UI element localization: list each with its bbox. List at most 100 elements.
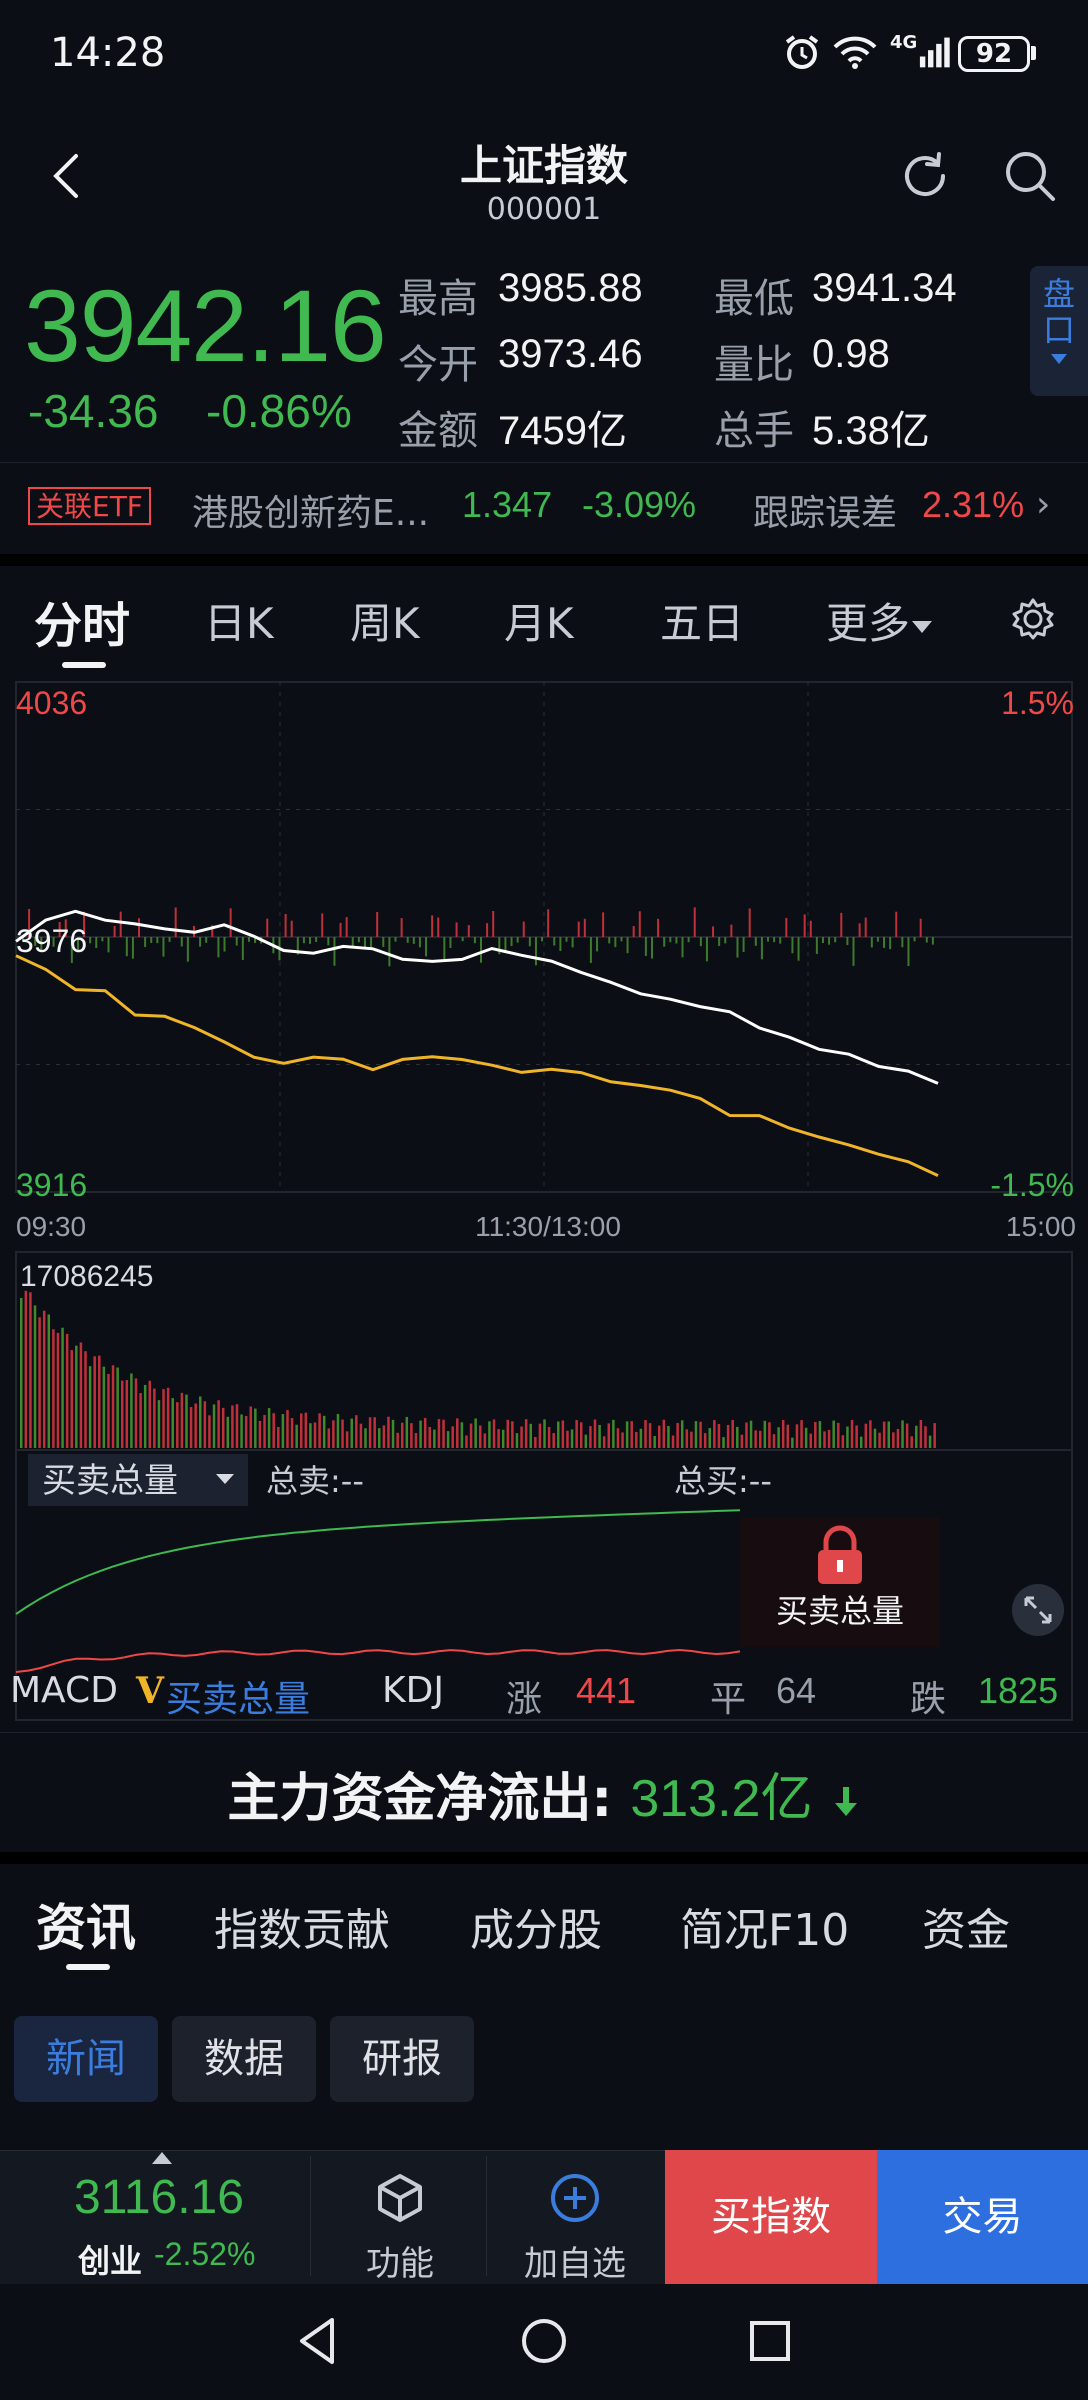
inflow-bar xyxy=(803,914,806,937)
inflow-bar xyxy=(748,908,751,937)
outflow-bar xyxy=(828,937,831,945)
outflow-bar xyxy=(553,937,556,946)
volume-bar xyxy=(336,1413,340,1448)
volume-bar xyxy=(410,1423,413,1448)
network-type: 4G xyxy=(890,32,918,53)
buy-index-button[interactable]: 买指数 xyxy=(665,2150,877,2284)
volume-bar xyxy=(332,1420,335,1448)
outflow-bar xyxy=(687,937,690,943)
locked-label: 买卖总量 xyxy=(776,1592,904,1630)
back-button[interactable] xyxy=(40,140,100,210)
search-button[interactable] xyxy=(1000,146,1060,206)
time-axis-mid: 11:30/13:00 xyxy=(475,1211,621,1242)
inflow-bar xyxy=(400,918,403,937)
inflow-bar xyxy=(583,918,586,937)
nav-recents-button[interactable] xyxy=(742,2310,798,2372)
outflow-bar xyxy=(608,937,611,944)
expand-icon[interactable] xyxy=(1012,1584,1064,1636)
tab-f10[interactable]: 简况F10 xyxy=(680,1894,849,1958)
volume-bar xyxy=(841,1435,845,1448)
outflow-bar xyxy=(773,937,776,943)
volume-bar xyxy=(924,1426,927,1448)
active-tab-indicator xyxy=(66,1964,110,1970)
inflow-bar xyxy=(431,915,434,937)
tab-constituents[interactable]: 成分股 xyxy=(470,1894,602,1958)
order-book-toggle[interactable]: 盘口 xyxy=(1030,266,1088,396)
nav-back-button[interactable] xyxy=(290,2310,346,2372)
volume-bar xyxy=(221,1407,225,1448)
volume-bar xyxy=(892,1432,895,1448)
volume-bar xyxy=(919,1419,923,1448)
outflow-bar xyxy=(382,937,385,947)
volume-bar xyxy=(419,1420,422,1448)
total-buy: 总买:-- xyxy=(674,1462,772,1500)
inflow-bar xyxy=(895,911,898,937)
indicator-kdj[interactable]: KDJ xyxy=(382,1670,444,1711)
inflow-bar xyxy=(730,924,733,937)
up-count: 441 xyxy=(576,1670,637,1711)
volume-bar xyxy=(616,1428,620,1448)
volume-bar xyxy=(846,1426,849,1448)
tab-five-day[interactable]: 五日 xyxy=(660,590,744,651)
volume-bar xyxy=(469,1423,473,1448)
intraday-chart[interactable]: 4036 3976 3916 1.5% -1.5% 09:30 11:30/13… xyxy=(0,672,1088,1732)
outflow-bar xyxy=(589,937,592,963)
volume-bar xyxy=(740,1434,744,1448)
section-divider xyxy=(0,1852,1088,1864)
volume-bar xyxy=(635,1431,638,1448)
outflow-bar xyxy=(821,937,824,944)
tab-daily-k[interactable]: 日K xyxy=(204,590,274,651)
indicator-bs-total[interactable]: 买卖总量 xyxy=(166,1670,310,1722)
volume-bar xyxy=(231,1405,234,1448)
tab-funds[interactable]: 资金 xyxy=(922,1894,1010,1958)
outflow-bar xyxy=(357,937,360,943)
triangle-back-icon xyxy=(300,2318,334,2364)
tab-weekly-k[interactable]: 周K xyxy=(350,590,420,651)
refresh-button[interactable] xyxy=(895,146,955,206)
outflow-bar xyxy=(705,937,708,962)
trade-button[interactable]: 交易 xyxy=(877,2150,1088,2284)
inflow-bar xyxy=(345,917,348,937)
stat-value-volume-ratio: 0.98 xyxy=(812,332,890,376)
volume-bar xyxy=(543,1419,546,1448)
chip-data[interactable]: 数据 xyxy=(172,2016,316,2102)
volume-bar xyxy=(345,1431,349,1448)
outflow-bar xyxy=(302,937,305,944)
volume-bar xyxy=(593,1419,597,1448)
tab-monthly-k[interactable]: 月K xyxy=(504,590,574,651)
function-label: 功能 xyxy=(366,2244,434,2284)
volume-bar xyxy=(800,1420,803,1448)
volume-bar xyxy=(511,1421,514,1448)
inflow-bar xyxy=(858,923,861,937)
volume-bar xyxy=(84,1351,87,1448)
volume-bar xyxy=(859,1436,863,1448)
function-button[interactable]: 功能 xyxy=(340,2150,460,2284)
chinext-price[interactable]: 3116.16 xyxy=(74,2170,244,2225)
arrow-down-icon xyxy=(831,1772,861,1832)
volume-bar xyxy=(290,1418,294,1448)
nav-home-button[interactable] xyxy=(514,2310,574,2372)
volume-bar xyxy=(823,1431,826,1448)
volume-bar xyxy=(855,1425,858,1448)
volume-bar xyxy=(772,1434,776,1448)
chart-settings-button[interactable] xyxy=(1010,596,1056,642)
volume-bar xyxy=(915,1425,918,1448)
volume-bar xyxy=(456,1418,459,1448)
tab-intraday[interactable]: 分时 xyxy=(34,586,130,656)
chip-news[interactable]: 新闻 xyxy=(14,2016,158,2102)
inflow-bar xyxy=(138,918,141,937)
outflow-bar xyxy=(363,937,366,948)
inflow-bar xyxy=(284,913,287,937)
tab-index-contribution[interactable]: 指数贡献 xyxy=(214,1894,390,1958)
chip-research[interactable]: 研报 xyxy=(330,2016,474,2102)
indicator-macd[interactable]: MACD xyxy=(10,1670,118,1711)
outflow-bar xyxy=(767,937,770,942)
volume-bar xyxy=(658,1425,661,1448)
tab-more[interactable]: 更多 xyxy=(826,590,933,651)
volume-bar xyxy=(20,1298,23,1448)
outflow-bar xyxy=(889,937,892,950)
volume-bar xyxy=(685,1429,689,1448)
add-watchlist-button[interactable]: 加自选 xyxy=(510,2150,640,2284)
outflow-bar xyxy=(663,937,666,947)
tab-news[interactable]: 资讯 xyxy=(36,1888,136,1960)
